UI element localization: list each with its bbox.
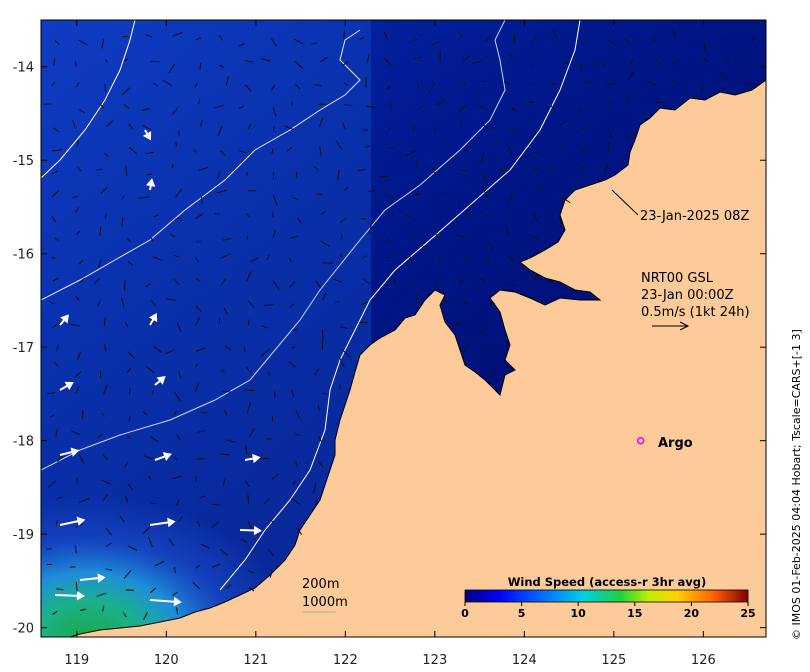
y-tick-label: -16 [13, 248, 34, 263]
colorbar-title: Wind Speed (access-r 3hr avg) [508, 575, 707, 589]
current-vector [195, 475, 197, 482]
y-tick-label: -20 [13, 622, 34, 637]
colorbar-tick-label: 15 [627, 607, 642, 620]
argo-label: Argo [658, 436, 693, 451]
x-tick-label: 119 [64, 653, 89, 668]
y-tick-label: -19 [13, 528, 34, 543]
legend-line1: NRT00 GSL [641, 271, 714, 286]
x-tick-label: 120 [154, 653, 179, 668]
colorbar-ramp [464, 589, 749, 603]
current-vector [124, 280, 126, 291]
y-tick-label: -14 [13, 61, 34, 76]
x-tick-label: 122 [333, 653, 358, 668]
current-vector [201, 411, 208, 414]
ocean-current-map: 200m 1000m 23-Jan-2025 08Z NRT00 GSL 23-… [13, 19, 803, 668]
current-vector [295, 172, 298, 179]
current-vector [480, 80, 487, 83]
y-tick-label: -15 [13, 154, 34, 169]
colorbar-tick-label: 5 [518, 607, 526, 620]
colorbar-tick-label: 25 [740, 607, 755, 620]
current-vector [656, 101, 662, 104]
x-tick-label: 125 [601, 653, 626, 668]
current-vector [264, 304, 274, 306]
current-vector [175, 141, 177, 147]
colorbar-tick-label: 10 [571, 607, 587, 620]
current-vector [272, 212, 274, 218]
side-credit-label: © IMOS 01-Feb-2025 04:04 Hobart; Tscale=… [790, 329, 803, 640]
x-tick-label: 124 [512, 653, 537, 668]
x-tick-label: 121 [243, 653, 268, 668]
current-vector [178, 131, 180, 137]
contour-label-1000m: 1000m [302, 595, 348, 610]
x-tick-label: 126 [691, 653, 716, 668]
contour-label-200m: 200m [302, 577, 339, 592]
colorbar-tick-label: 20 [684, 607, 700, 620]
legend-line3: 0.5m/s (1kt 24h) [641, 305, 750, 320]
y-tick-label: -17 [13, 341, 34, 356]
y-tick-label: -18 [13, 435, 34, 450]
current-vector [489, 370, 492, 377]
current-vector [292, 329, 297, 331]
legend-line2: 23-Jan 00:00Z [641, 288, 734, 303]
current-vector [506, 284, 515, 286]
colorbar-tick-label: 0 [461, 607, 469, 620]
current-vector [580, 109, 582, 119]
current-vector [528, 101, 535, 104]
x-tick-label: 123 [422, 653, 447, 668]
track-label: 23-Jan-2025 08Z [640, 209, 749, 224]
